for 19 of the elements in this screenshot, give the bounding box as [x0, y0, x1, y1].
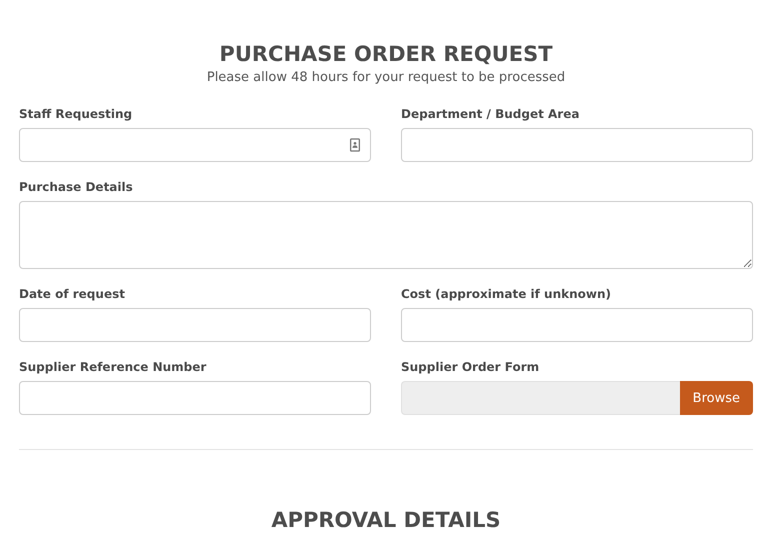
field-label: Department / Budget Area	[401, 106, 580, 122]
contact-card-icon[interactable]	[350, 138, 360, 152]
file-name-field[interactable]	[401, 381, 680, 415]
input-field[interactable]	[19, 381, 371, 415]
input-field[interactable]	[401, 308, 753, 342]
field-label: Cost (approximate if unknown)	[401, 286, 612, 302]
input-field[interactable]	[19, 308, 371, 342]
text-area[interactable]	[19, 201, 753, 269]
input-field[interactable]	[19, 128, 371, 162]
field-label: Purchase Details	[19, 179, 133, 195]
section-title: APPROVAL DETAILS	[270, 507, 502, 534]
form-title: PURCHASE ORDER REQUEST	[218, 41, 554, 68]
field-label: Date of request	[19, 286, 125, 302]
input-field[interactable]	[401, 128, 753, 162]
browse-button[interactable]: Browse	[680, 381, 753, 415]
field-label: Supplier Order Form	[401, 359, 540, 375]
field-label: Staff Requesting	[19, 106, 132, 122]
field-label: Supplier Reference Number	[19, 359, 206, 375]
form-subtitle: Please allow 48 hours for your request to be processed	[206, 69, 566, 87]
